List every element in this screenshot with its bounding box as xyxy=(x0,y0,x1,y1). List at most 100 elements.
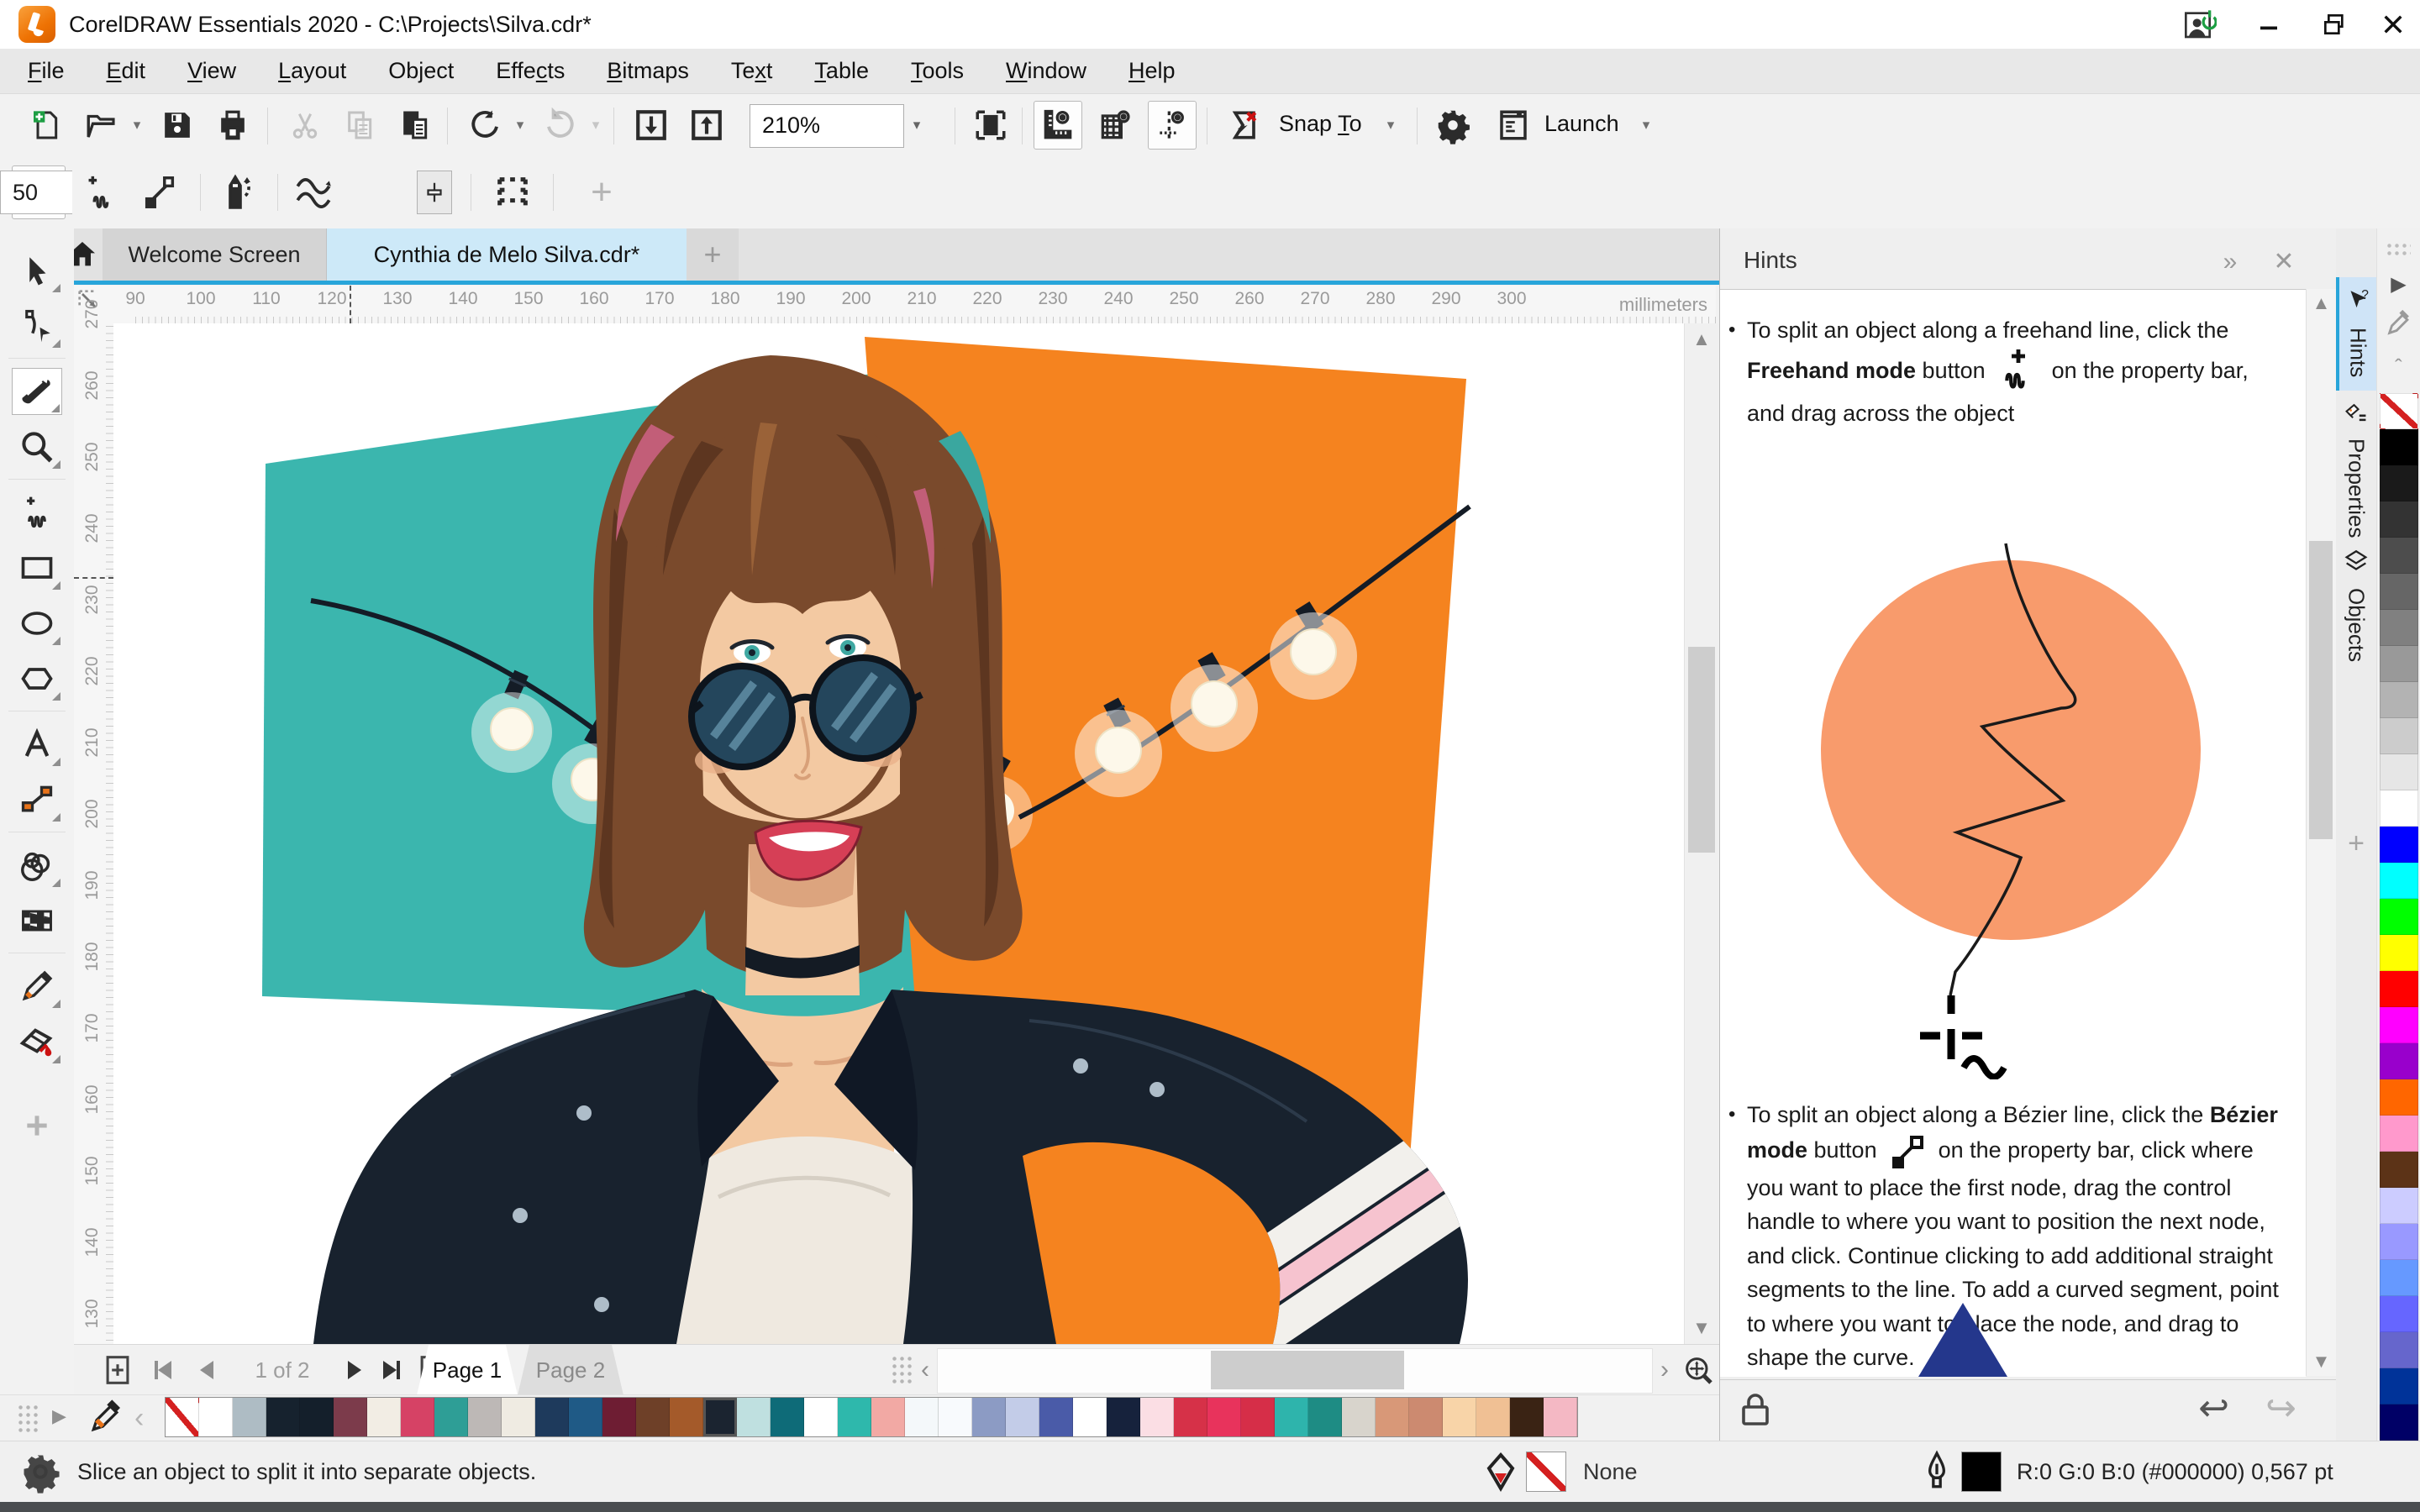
color-swatch[interactable] xyxy=(367,1398,401,1436)
color-swatch[interactable] xyxy=(2380,1152,2418,1188)
pattern-fill-tool[interactable] xyxy=(12,897,62,944)
paste-button[interactable] xyxy=(392,101,440,150)
color-swatch[interactable] xyxy=(2380,863,2418,899)
interactive-fill-tool[interactable] xyxy=(12,1018,62,1065)
scroll-down-arrow[interactable]: ▼ xyxy=(1685,1317,1718,1339)
color-swatch[interactable] xyxy=(1376,1398,1409,1436)
scrollbar-splitter-handle[interactable] xyxy=(891,1355,913,1387)
color-swatch[interactable] xyxy=(1409,1398,1443,1436)
color-swatch[interactable] xyxy=(972,1398,1006,1436)
pick-tool[interactable] xyxy=(12,247,62,294)
scroll-right-arrow[interactable]: › xyxy=(1654,1345,1676,1395)
docker-tab-objects[interactable]: Objects xyxy=(2336,538,2376,676)
color-swatch[interactable] xyxy=(2380,538,2418,574)
color-swatch[interactable] xyxy=(2380,1116,2418,1152)
zoom-dropdown-arrow[interactable]: ▾ xyxy=(893,105,929,145)
color-swatch[interactable] xyxy=(2380,1224,2418,1260)
canvas-horizontal-scrollbar[interactable] xyxy=(937,1348,1653,1394)
ellipse-tool[interactable] xyxy=(12,600,62,647)
polygon-tool[interactable] xyxy=(12,655,62,702)
tab-active-document[interactable]: Cynthia de Melo Silva.cdr* xyxy=(327,228,687,281)
palette-drag-handle[interactable] xyxy=(2386,242,2411,257)
color-swatch[interactable] xyxy=(502,1398,535,1436)
smoothing-input[interactable]: 50 xyxy=(0,171,72,214)
color-swatch[interactable] xyxy=(2380,935,2418,971)
grid-toggle[interactable] xyxy=(1091,101,1139,150)
border-dots-button[interactable] xyxy=(486,165,539,219)
outline-color-swatch[interactable] xyxy=(1961,1452,2002,1492)
color-swatch[interactable] xyxy=(334,1398,367,1436)
docker-tab-properties[interactable]: Properties xyxy=(2336,391,2376,538)
color-swatch[interactable] xyxy=(2380,718,2418,754)
import-button[interactable] xyxy=(627,101,676,150)
snap-to-dropdown-arrow[interactable]: ▾ xyxy=(1380,101,1402,150)
freehand-mode-button[interactable] xyxy=(72,165,126,219)
color-swatch[interactable] xyxy=(2380,1043,2418,1079)
color-swatch[interactable] xyxy=(266,1398,300,1436)
color-swatch[interactable] xyxy=(2380,790,2418,827)
canvas-vertical-scrollbar[interactable]: ▲ ▼ xyxy=(1684,323,1718,1344)
swatch-none[interactable] xyxy=(166,1398,199,1436)
document-palette-eyedropper-icon[interactable] xyxy=(87,1399,124,1440)
new-tab-button[interactable]: + xyxy=(687,228,739,281)
document-palette-flyout-arrow[interactable]: ▶ xyxy=(52,1405,66,1427)
color-swatch[interactable] xyxy=(2380,1007,2418,1043)
docker-tab-hints[interactable]: ? Hints xyxy=(2336,277,2376,391)
color-swatch[interactable] xyxy=(2380,1079,2418,1116)
tab-welcome-screen[interactable]: Welcome Screen xyxy=(103,228,327,281)
color-swatch[interactable] xyxy=(1006,1398,1039,1436)
horizontal-scroll-thumb[interactable] xyxy=(1211,1351,1404,1389)
palette-flyout-arrow[interactable]: ▶ xyxy=(2377,272,2420,297)
color-swatch[interactable] xyxy=(939,1398,972,1436)
color-swatch[interactable] xyxy=(1207,1398,1241,1436)
zoom-level-combo[interactable]: 210% ▾ xyxy=(750,104,920,148)
undo-button[interactable] xyxy=(460,101,509,150)
connector-tool[interactable] xyxy=(12,776,62,823)
shape-tool[interactable] xyxy=(12,302,62,349)
hint-back-arrow[interactable]: ↩ xyxy=(2198,1387,2229,1430)
menu-window[interactable]: Window xyxy=(985,49,1107,93)
status-gear-icon[interactable] xyxy=(18,1450,62,1498)
vertical-ruler[interactable]: 270 260 250 240 230 220 210 200 190 180 170 160 150 1… xyxy=(74,299,113,1344)
menu-tools[interactable]: Tools xyxy=(890,49,985,93)
print-button[interactable] xyxy=(208,101,257,150)
last-page-button[interactable] xyxy=(373,1345,410,1395)
page-tab-2[interactable]: Page 2 xyxy=(518,1345,623,1395)
color-swatch[interactable] xyxy=(636,1398,670,1436)
lock-icon[interactable] xyxy=(1735,1390,1776,1431)
menu-edit[interactable]: Edit xyxy=(86,49,167,93)
color-swatch[interactable] xyxy=(703,1398,737,1436)
menu-table[interactable]: Table xyxy=(793,49,890,93)
color-swatch[interactable] xyxy=(468,1398,502,1436)
smoothing-slider-button[interactable] xyxy=(417,171,452,214)
color-swatch[interactable] xyxy=(1174,1398,1207,1436)
first-page-button[interactable] xyxy=(145,1345,182,1395)
launch-label[interactable]: Launch xyxy=(1544,111,1619,137)
color-swatch[interactable] xyxy=(569,1398,602,1436)
quick-customize-plus-icon[interactable]: + xyxy=(2343,829,2370,858)
guidelines-toggle[interactable] xyxy=(1148,101,1197,150)
color-swatch[interactable] xyxy=(2380,429,2418,465)
color-swatch[interactable] xyxy=(804,1398,838,1436)
hints-scroll-down[interactable]: ▼ xyxy=(2307,1351,2336,1373)
menu-effects[interactable]: Effects xyxy=(475,49,586,93)
color-swatch[interactable] xyxy=(2380,501,2418,538)
color-swatch[interactable] xyxy=(905,1398,939,1436)
page-tab-1[interactable]: Page 1 xyxy=(417,1345,518,1395)
color-swatch[interactable] xyxy=(871,1398,905,1436)
color-swatch[interactable] xyxy=(1039,1398,1073,1436)
color-swatch[interactable] xyxy=(1275,1398,1308,1436)
menu-text[interactable]: Text xyxy=(710,49,794,93)
save-button[interactable] xyxy=(153,101,202,150)
export-button[interactable] xyxy=(682,101,731,150)
eyedropper-tool[interactable] xyxy=(12,963,62,1010)
color-swatch[interactable] xyxy=(2380,646,2418,682)
color-swatch[interactable] xyxy=(2380,1368,2418,1404)
color-swatch[interactable] xyxy=(2380,1332,2418,1368)
color-swatch[interactable] xyxy=(2380,1188,2418,1224)
fill-color-swatch[interactable] xyxy=(1526,1452,1566,1492)
color-swatch[interactable] xyxy=(1342,1398,1376,1436)
restore-button[interactable] xyxy=(2307,0,2361,49)
menu-bitmaps[interactable]: Bitmaps xyxy=(586,49,710,93)
menu-layout[interactable]: Layout xyxy=(257,49,367,93)
